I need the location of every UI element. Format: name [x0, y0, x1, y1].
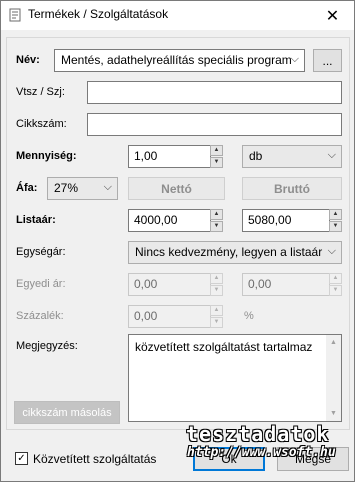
custom-price-gross-stepper[interactable]: ▲ ▼	[329, 273, 342, 296]
vat-combo[interactable]: 27% ⌵	[47, 177, 118, 200]
triangle-down-icon[interactable]: ▼	[210, 157, 223, 168]
browse-label: ...	[322, 53, 333, 68]
triangle-up-icon[interactable]: ▲	[210, 305, 223, 316]
copy-sku-button[interactable]: cikkszám másolás	[14, 401, 120, 424]
watermark: tesztadatok http://www.wsoft.hu	[186, 422, 336, 460]
triangle-down-icon[interactable]: ▼	[326, 406, 341, 421]
custom-price-net-stepper[interactable]: ▲ ▼	[210, 273, 223, 296]
list-price-gross-stepper[interactable]: ▲ ▼	[329, 209, 342, 232]
list-price-label: Listaár:	[16, 214, 56, 226]
note-textarea[interactable]: közvetített szolgáltatást tartalmaz ▲ ▼	[128, 334, 342, 422]
chevron-down-icon: ⌵	[327, 245, 336, 257]
percent-unit: %	[244, 310, 254, 322]
form-panel: Név: Mentés, adathelyreállítás speciális…	[6, 37, 350, 430]
gross-label: Bruttó	[274, 181, 310, 196]
triangle-down-icon[interactable]: ▼	[210, 317, 223, 328]
name-combo[interactable]: Mentés, adathelyreállítás speciális prog…	[54, 49, 305, 72]
unit-price-combo[interactable]: Nincs kedvezmény, legyen a listaár ⌵	[128, 241, 342, 264]
triangle-up-icon[interactable]: ▲	[210, 273, 223, 284]
vat-value: 27%	[54, 181, 79, 195]
percent-label: Százalék:	[16, 310, 64, 322]
net-button[interactable]: Nettó	[128, 177, 225, 200]
close-icon: ✕	[325, 7, 340, 25]
note-scrollbar[interactable]: ▲ ▼	[326, 335, 341, 421]
vtsz-input[interactable]	[87, 81, 342, 104]
net-label: Nettó	[161, 181, 192, 196]
cikkszam-input[interactable]	[87, 113, 342, 136]
check-icon: ✓	[17, 453, 26, 464]
window-title: Termékek / Szolgáltatások	[28, 7, 169, 21]
document-icon	[9, 8, 21, 22]
percent-stepper[interactable]: ▲ ▼	[210, 305, 223, 328]
unit-price-value: Nincs kedvezmény, legyen a listaár	[135, 245, 323, 259]
name-value: Mentés, adathelyreállítás speciális prog…	[61, 53, 292, 67]
chevron-down-icon: ⌵	[290, 53, 299, 65]
custom-price-label: Egyedi ár:	[16, 278, 66, 290]
intermediated-service-label: Közvetített szolgáltatás	[33, 452, 157, 466]
gross-button[interactable]: Bruttó	[242, 177, 342, 200]
unit-price-label: Egységár:	[16, 246, 66, 258]
quantity-input[interactable]: 1,00	[128, 145, 211, 168]
triangle-up-icon[interactable]: ▲	[210, 209, 223, 220]
note-value: közvetített szolgáltatást tartalmaz	[135, 340, 313, 354]
list-price-gross-input[interactable]: 5080,00	[242, 209, 330, 232]
vat-label: Áfa:	[16, 182, 38, 194]
watermark-title: tesztadatok	[186, 422, 330, 446]
watermark-url: http://www.wsoft.hu	[187, 445, 336, 460]
triangle-down-icon[interactable]: ▼	[210, 285, 223, 296]
triangle-up-icon[interactable]: ▲	[210, 145, 223, 156]
custom-price-gross-input[interactable]: 0,00	[242, 273, 330, 296]
name-label: Név:	[16, 54, 40, 66]
unit-value: db	[249, 149, 263, 163]
triangle-up-icon[interactable]: ▲	[329, 273, 342, 284]
triangle-up-icon[interactable]: ▲	[326, 335, 341, 350]
quantity-label: Mennyiség:	[16, 150, 77, 162]
quantity-stepper[interactable]: ▲ ▼	[210, 145, 223, 168]
name-browse-button[interactable]: ...	[313, 49, 342, 72]
chevron-down-icon: ⌵	[103, 181, 112, 193]
list-price-net-stepper[interactable]: ▲ ▼	[210, 209, 223, 232]
intermediated-service-checkbox[interactable]: ✓	[15, 452, 28, 465]
copy-sku-label: cikkszám másolás	[22, 406, 112, 419]
vtsz-label: Vtsz / Szj:	[16, 86, 65, 98]
percent-input[interactable]: 0,00	[128, 305, 211, 328]
close-button[interactable]: ✕	[311, 1, 354, 30]
cikkszam-label: Cikkszám:	[16, 118, 67, 130]
chevron-down-icon: ⌵	[327, 149, 336, 161]
list-price-net-input[interactable]: 4000,00	[128, 209, 211, 232]
custom-price-net-input[interactable]: 0,00	[128, 273, 211, 296]
note-label: Megjegyzés:	[16, 340, 78, 352]
triangle-up-icon[interactable]: ▲	[329, 209, 342, 220]
unit-combo[interactable]: db ⌵	[242, 145, 342, 168]
title-bar: Termékek / Szolgáltatások ✕	[1, 1, 354, 30]
triangle-down-icon[interactable]: ▼	[210, 221, 223, 232]
product-dialog-window: Termékek / Szolgáltatások ✕ Név: Mentés,…	[0, 0, 355, 482]
triangle-down-icon[interactable]: ▼	[329, 221, 342, 232]
triangle-down-icon[interactable]: ▼	[329, 285, 342, 296]
